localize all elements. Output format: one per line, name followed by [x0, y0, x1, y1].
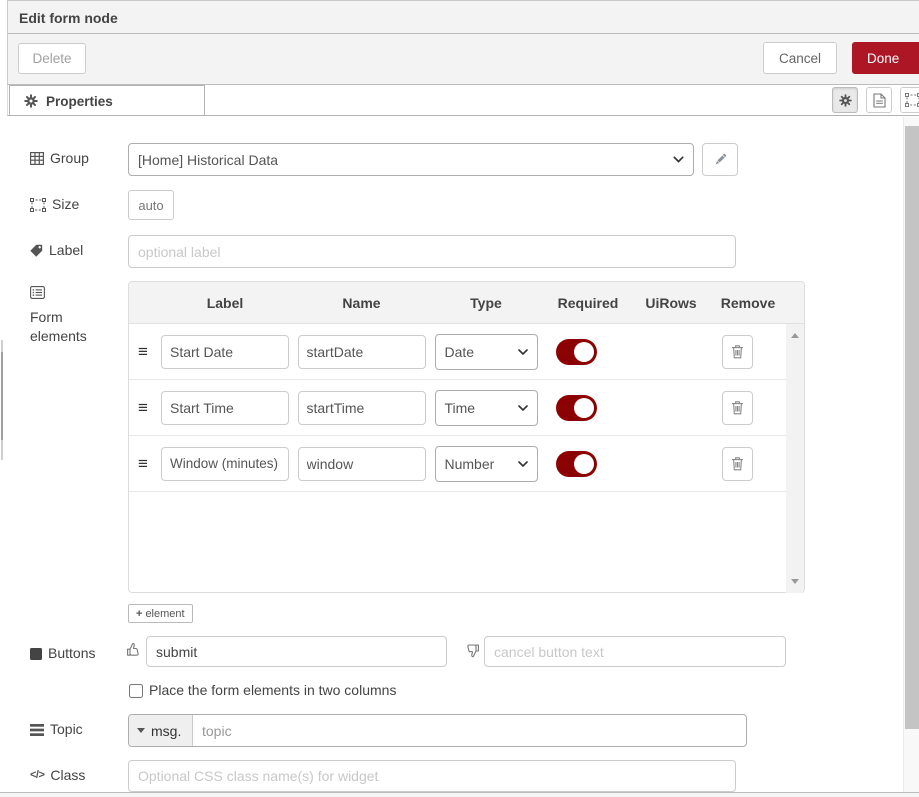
page-scrollbar[interactable] [903, 117, 919, 792]
scroll-up-icon[interactable] [791, 333, 799, 338]
page-scrollbar-thumb[interactable] [905, 126, 919, 729]
column-header-label: Label [157, 295, 293, 311]
form-element-row: ≡ Number [129, 436, 788, 492]
element-type-select[interactable]: Time [435, 390, 538, 426]
list-alt-icon [30, 283, 45, 302]
element-name-input[interactable] [298, 391, 426, 425]
form-elements-field-label: Form elements [30, 283, 116, 346]
label-input[interactable] [128, 235, 736, 268]
required-toggle[interactable] [556, 395, 597, 421]
trash-icon [731, 400, 744, 415]
drag-handle-icon[interactable]: ≡ [138, 343, 148, 360]
thumbs-down-icon [464, 643, 480, 659]
chevron-down-icon [518, 349, 528, 355]
thumbs-up-icon [126, 642, 142, 658]
properties-panel: Group [Home] Historical Data [0, 116, 919, 792]
description-view-button[interactable] [866, 87, 892, 113]
topic-type-label: msg. [151, 723, 181, 739]
plus-icon: + [136, 608, 142, 620]
two-columns-checkbox[interactable] [129, 684, 143, 698]
dialog-header: Edit form node [7, 0, 919, 34]
remove-element-button[interactable] [722, 335, 753, 369]
gear-icon [24, 94, 38, 108]
code-icon: </> [30, 766, 44, 785]
size-auto-button[interactable]: auto [128, 190, 174, 220]
buttons-field-label: Buttons [30, 644, 95, 663]
two-columns-label[interactable]: Place the form elements in two columns [149, 682, 396, 698]
tag-icon [30, 241, 43, 260]
column-header-type: Type [430, 295, 542, 311]
done-button[interactable]: Done [852, 42, 919, 74]
properties-view-button[interactable] [832, 87, 858, 113]
caret-down-icon [137, 728, 145, 733]
dialog-title: Edit form node [19, 10, 118, 26]
element-label-input[interactable] [161, 391, 289, 425]
trash-icon [731, 456, 744, 471]
square-icon [30, 644, 42, 663]
element-type-select[interactable]: Date [435, 334, 538, 370]
form-elements-table: Label Name Type Required UiRows Remove ≡… [128, 281, 805, 593]
label-field-label: Label [30, 241, 83, 260]
group-field-label: Group [30, 149, 89, 168]
remove-element-button[interactable] [722, 447, 753, 481]
document-icon [873, 93, 886, 108]
column-header-required: Required [542, 295, 634, 311]
column-header-uirows: UiRows [634, 295, 708, 311]
tab-bar: Properties [7, 85, 919, 116]
topic-field-label: Topic [30, 720, 83, 739]
group-select[interactable]: [Home] Historical Data [128, 143, 694, 176]
size-field-label: Size [30, 195, 79, 214]
submit-button-text-input[interactable] [146, 636, 447, 667]
form-element-row: ≡ Date [129, 324, 788, 380]
element-type-select[interactable]: Number [435, 446, 538, 482]
chevron-down-icon [673, 156, 684, 163]
tray-resize-grip[interactable] [1, 352, 3, 440]
edit-group-button[interactable] [702, 143, 738, 176]
class-field-label: </> Class [30, 766, 85, 785]
delete-button[interactable]: Delete [18, 43, 86, 74]
chevron-down-icon [518, 405, 528, 411]
object-group-icon [905, 93, 919, 107]
trash-icon [731, 344, 744, 359]
tab-properties-label: Properties [46, 94, 113, 109]
element-name-input[interactable] [298, 335, 426, 369]
topic-value-input[interactable]: topic [193, 715, 746, 746]
drag-handle-icon[interactable]: ≡ [138, 455, 148, 472]
gear-icon [839, 94, 852, 107]
element-label-input[interactable] [161, 447, 289, 481]
table-scrollbar[interactable] [786, 324, 804, 593]
cancel-button[interactable]: Cancel [763, 42, 837, 74]
topic-typed-input: msg. topic [128, 714, 747, 747]
scroll-down-icon[interactable] [791, 579, 799, 584]
add-element-button[interactable]: + element [128, 604, 193, 623]
cancel-button-text-input[interactable] [484, 636, 786, 667]
remove-element-button[interactable] [722, 391, 753, 425]
group-select-value: [Home] Historical Data [138, 152, 278, 168]
required-toggle[interactable] [556, 451, 597, 477]
topic-type-select[interactable]: msg. [129, 715, 193, 746]
required-toggle[interactable] [556, 339, 597, 365]
element-name-input[interactable] [298, 447, 426, 481]
form-element-row: ≡ Time [129, 380, 788, 436]
form-table-body: ≡ Date [129, 324, 804, 593]
column-header-name: Name [293, 295, 430, 311]
chevron-down-icon [518, 461, 528, 467]
table-icon [30, 149, 44, 168]
object-group-icon [30, 195, 46, 214]
edit-form-node-dialog: Edit form node Delete Cancel Done [0, 0, 919, 797]
tab-properties[interactable]: Properties [9, 85, 205, 116]
tasks-icon [30, 720, 44, 739]
tray-bottom-edge [0, 792, 919, 797]
form-table-header: Label Name Type Required UiRows Remove [129, 282, 804, 324]
appearance-view-button[interactable] [900, 87, 919, 113]
element-label-input[interactable] [161, 335, 289, 369]
pencil-icon [713, 152, 728, 167]
drag-handle-icon[interactable]: ≡ [138, 399, 148, 416]
dialog-toolbar: Delete Cancel Done [7, 34, 919, 85]
class-input[interactable] [128, 760, 736, 792]
column-header-remove: Remove [708, 295, 788, 311]
